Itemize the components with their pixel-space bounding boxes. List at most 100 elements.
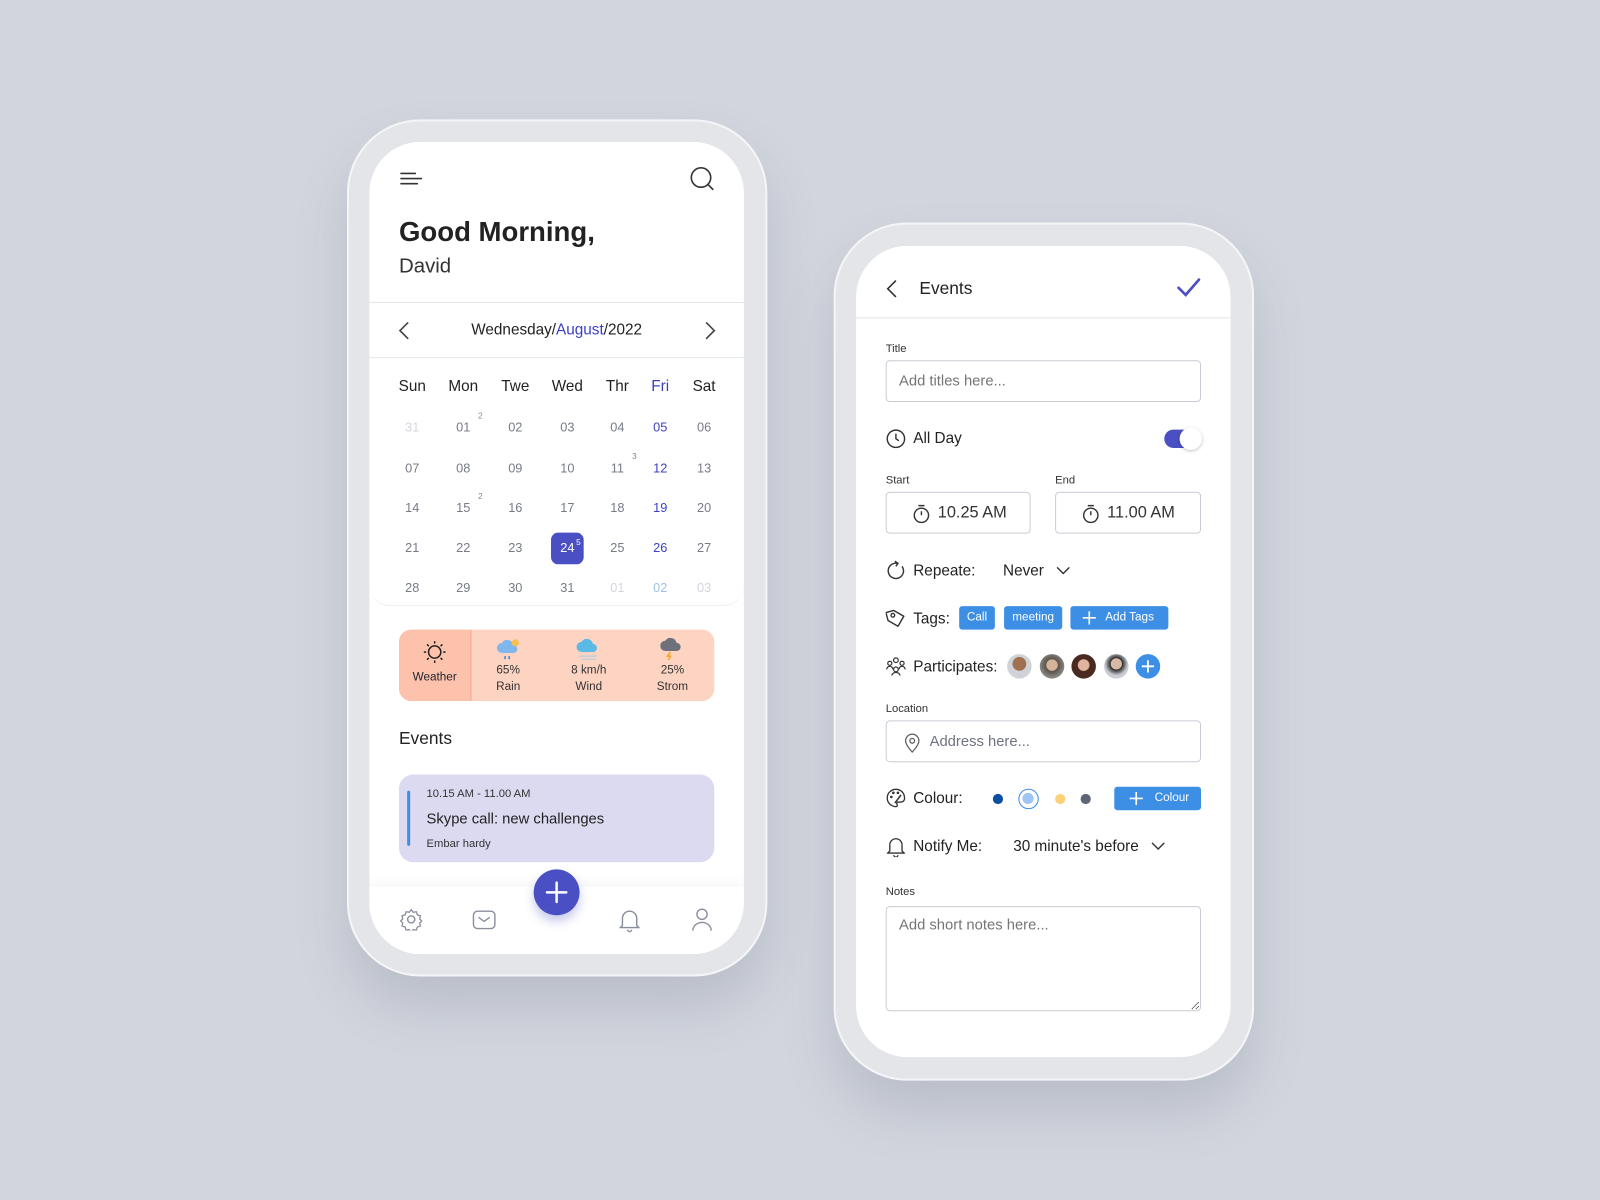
calendar-day[interactable]: 29 <box>446 581 481 595</box>
calendar: Sun Mon Twe Wed Thr Fri Sat 31 01 2 02 03 04 05 06 07 08… <box>369 142 744 607</box>
back-icon[interactable] <box>886 279 898 299</box>
home-screen: Good Morning, David Wednesday/August/202… <box>369 141 744 955</box>
chevron-down-icon <box>1056 566 1071 575</box>
calendar-day[interactable]: 22 <box>446 541 481 555</box>
settings-icon[interactable] <box>399 908 423 931</box>
calendar-day[interactable]: 02 <box>498 420 533 434</box>
notify-dropdown[interactable]: 30 minute's before <box>1013 838 1165 855</box>
location-input[interactable]: Address here... <box>885 720 1202 763</box>
calendar-day[interactable]: 30 <box>498 581 533 595</box>
participant-avatar[interactable] <box>1039 654 1065 679</box>
event-editor-screen: Events Title All Day Start 10.25 AM End … <box>856 245 1231 1058</box>
participant-avatar[interactable] <box>1104 654 1129 679</box>
start-time-input[interactable]: 10.25 AM <box>885 491 1031 534</box>
add-tags-button[interactable]: Add Tags <box>1070 606 1169 630</box>
calendar-day[interactable]: 08 <box>446 461 481 475</box>
all-day-toggle[interactable] <box>1164 427 1203 450</box>
plus-icon <box>1129 791 1143 806</box>
weekday-header: Mon <box>448 377 479 395</box>
event-accent-bar <box>407 790 411 846</box>
calendar-day[interactable]: 03 <box>550 420 585 434</box>
tag-call[interactable]: Call <box>959 606 995 630</box>
weekday-header: Fri <box>651 377 670 395</box>
title-label: Title <box>885 342 907 356</box>
repeat-label: Repeate: <box>913 562 976 580</box>
notes-textarea[interactable] <box>885 906 1202 1012</box>
title-input[interactable] <box>885 360 1202 403</box>
calendar-day[interactable]: 31 <box>550 581 585 595</box>
calendar-day[interactable]: 01 <box>600 581 635 595</box>
plus-icon <box>1141 660 1155 673</box>
weekday-header: Sat <box>692 377 716 395</box>
calendar-day[interactable]: 11 3 <box>600 452 637 475</box>
calendar-day[interactable]: 31 <box>395 420 430 434</box>
event-count: 2 <box>478 411 483 421</box>
add-colour-button[interactable]: Colour <box>1114 786 1202 811</box>
calendar-day[interactable]: 01 2 <box>446 411 482 434</box>
calendar-day[interactable]: 16 <box>498 501 533 515</box>
calendar-day[interactable]: 03 <box>687 581 722 595</box>
end-time-input[interactable]: 11.00 AM <box>1055 491 1202 534</box>
calendar-day[interactable]: 21 <box>395 541 430 555</box>
weather-item[interactable]: 25% Strom <box>621 637 714 695</box>
sun-icon <box>423 641 446 669</box>
end-label: End <box>1055 474 1076 487</box>
colour-option-grey[interactable] <box>1080 793 1091 805</box>
weather-card: Weather 65% Rain 8 km/h Wind 25% Strom <box>398 629 715 702</box>
calendar-day-selected[interactable]: 24 5 <box>551 532 584 565</box>
calendar-day[interactable]: 07 <box>395 461 430 475</box>
calendar-day[interactable]: 13 <box>687 461 722 475</box>
timer-icon <box>913 504 930 524</box>
calendar-day[interactable]: 17 <box>550 501 585 515</box>
event-count: 2 <box>478 491 483 502</box>
colour-option-lightblue-selected[interactable] <box>1018 788 1039 810</box>
palette-icon <box>886 788 906 808</box>
calendar-day[interactable]: 27 <box>687 541 722 555</box>
calendar-day[interactable]: 15 2 <box>446 492 482 515</box>
event-person: Embar hardy <box>426 837 491 850</box>
calendar-day[interactable]: 09 <box>498 461 533 475</box>
location-label: Location <box>885 703 929 716</box>
weekday-header: Twe <box>501 377 530 395</box>
profile-icon[interactable] <box>692 907 712 931</box>
toggle-knob <box>1179 427 1203 450</box>
bell-icon[interactable] <box>619 908 640 933</box>
calendar-day[interactable]: 19 <box>643 501 678 515</box>
colour-option-yellow[interactable] <box>1055 793 1066 805</box>
weekday-header: Thr <box>605 377 629 395</box>
clock-icon <box>886 429 906 449</box>
tag-meeting[interactable]: meeting <box>1004 606 1063 630</box>
mail-icon[interactable] <box>472 910 496 930</box>
calendar-day[interactable]: 14 <box>395 501 430 515</box>
calendar-day[interactable]: 06 <box>687 420 722 434</box>
add-event-button[interactable] <box>533 869 580 916</box>
colour-option-navy[interactable] <box>992 793 1004 805</box>
calendar-day[interactable]: 28 <box>395 581 430 595</box>
calendar-day[interactable]: 26 <box>643 541 678 555</box>
timer-icon <box>1082 504 1099 524</box>
calendar-day[interactable]: 10 <box>550 461 585 475</box>
calendar-day[interactable]: 04 <box>600 420 635 434</box>
event-count: 3 <box>632 452 637 462</box>
location-pin-icon <box>904 733 920 753</box>
participant-avatar[interactable] <box>1071 654 1096 679</box>
calendar-day[interactable]: 25 <box>600 541 635 555</box>
rain-icon <box>496 639 519 660</box>
calendar-day[interactable]: 05 <box>643 420 678 434</box>
calendar-day[interactable]: 23 <box>498 541 533 555</box>
participant-avatar[interactable] <box>1007 654 1032 679</box>
tag-icon <box>885 608 906 628</box>
event-count: 5 <box>576 537 581 547</box>
repeat-dropdown[interactable]: Never <box>1003 562 1071 580</box>
calendar-day[interactable]: 12 <box>643 461 678 475</box>
event-card[interactable]: 10.15 AM - 11.00 AM Skype call: new chal… <box>398 774 715 863</box>
check-icon[interactable] <box>1177 278 1201 298</box>
calendar-day[interactable]: 20 <box>687 501 722 515</box>
events-heading: Events <box>398 728 453 748</box>
add-participant-button[interactable] <box>1135 654 1161 679</box>
all-day-label: All Day <box>913 429 962 447</box>
calendar-day[interactable]: 18 <box>600 501 635 515</box>
calendar-day[interactable]: 02 <box>643 581 678 595</box>
event-time: 10.15 AM - 11.00 AM <box>426 787 531 800</box>
plus-icon <box>1082 611 1096 625</box>
